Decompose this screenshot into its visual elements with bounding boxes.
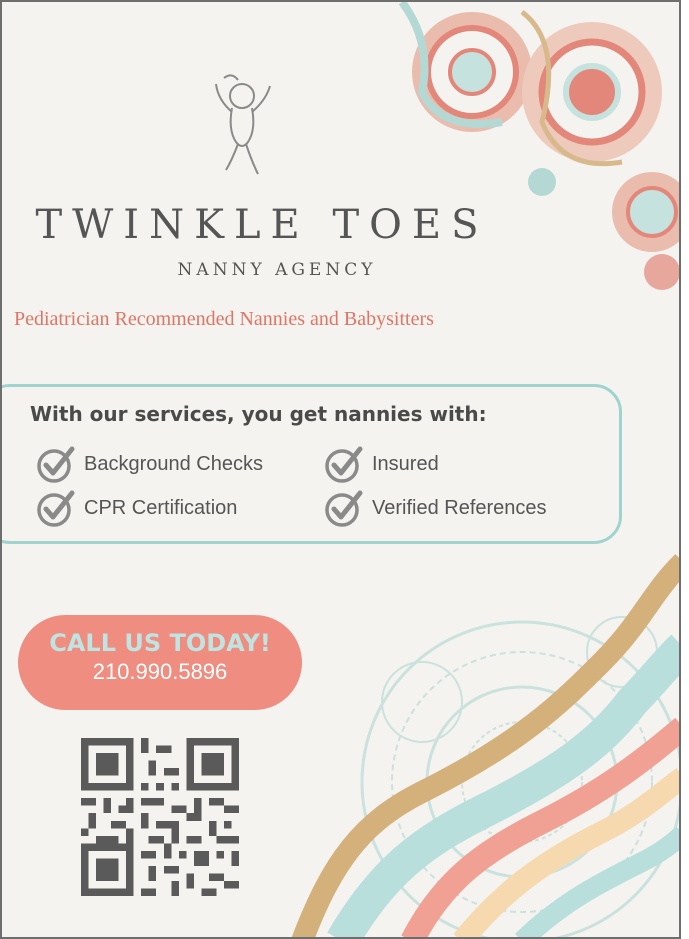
phone-number[interactable]: 210.990.5896 xyxy=(18,659,302,685)
cta-title: CALL US TODAY! xyxy=(49,629,271,657)
service-item-verified-references: Verified References xyxy=(324,488,547,528)
tagline: Pediatrician Recommended Nannies and Bab… xyxy=(14,308,434,330)
service-label: CPR Certification xyxy=(84,496,238,519)
brand-name: TWINKLE TOES xyxy=(35,202,489,248)
call-to-action[interactable]: CALL US TODAY! 210.990.5896 xyxy=(18,615,302,710)
check-circle-icon xyxy=(325,490,363,527)
check-circle-icon xyxy=(37,446,75,483)
check-circle-icon xyxy=(37,490,75,527)
cherub-logo xyxy=(215,74,271,175)
qr-code[interactable] xyxy=(81,738,239,896)
service-item-background-checks: Background Checks xyxy=(36,444,263,484)
services-title: With our services, you get nannies with: xyxy=(30,402,487,426)
brand-subtitle: NANNY AGENCY xyxy=(177,260,377,280)
tan-wave xyxy=(291,554,679,937)
service-label: Background Checks xyxy=(84,452,263,475)
check-circle-icon xyxy=(325,446,363,483)
service-item-insured: Insured xyxy=(324,444,439,484)
service-label: Verified References xyxy=(372,496,547,519)
service-item-cpr-certification: CPR Certification xyxy=(36,488,237,528)
service-label: Insured xyxy=(372,452,439,475)
teal-wave-lower xyxy=(515,826,679,937)
flyer-page: TWINKLE TOES NANNY AGENCY Pediatrician R… xyxy=(0,0,681,939)
